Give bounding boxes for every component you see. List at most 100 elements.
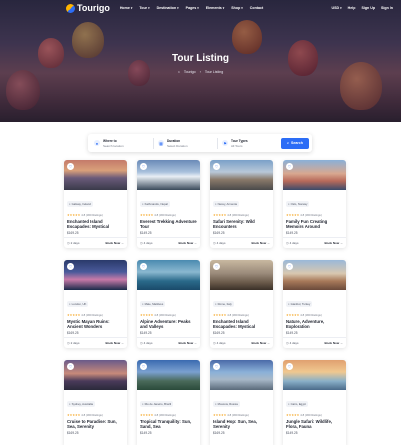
- tour-card-body: ⌖ Istanbul, Turkey ★★★★★ 4.8 (300 Ratings)…: [283, 290, 346, 337]
- nav-elements[interactable]: Elements ▾: [206, 6, 225, 10]
- where-field[interactable]: ● Where to Search location: [94, 139, 149, 148]
- star-rating-icon: ★★★★★: [213, 313, 227, 317]
- book-now-button[interactable]: Book Now →: [324, 341, 343, 345]
- book-now-button[interactable]: Book Now →: [105, 241, 124, 245]
- tour-card[interactable]: ♡ ⌖ Kathmandu, Nepal ★★★★★ 4.8 (300 Rating…: [137, 160, 200, 248]
- tour-title[interactable]: Tropical Tranquility: Sun, Sand, Sea: [140, 419, 197, 430]
- main-nav: Home ▾ Tour ▾ Destination ▾ Pages ▾ Elements…: [120, 6, 263, 10]
- tour-image[interactable]: ♡: [210, 360, 273, 390]
- nav-destination[interactable]: Destination ▾: [157, 6, 179, 10]
- duration-field[interactable]: ▦ Duration Select Duration: [158, 139, 213, 148]
- duration-label: Duration: [167, 138, 181, 143]
- nav-label: Home: [119, 6, 130, 10]
- tour-title[interactable]: Mystic Mayan Ruins: Ancient Wonders: [67, 319, 124, 330]
- search-button[interactable]: ⌕ Search: [281, 137, 309, 149]
- book-now-button[interactable]: Book Now →: [251, 341, 270, 345]
- book-now-button[interactable]: Book Now →: [178, 341, 197, 345]
- tour-title[interactable]: Island Hop: Sun, Sea, Serenity: [213, 419, 270, 430]
- tour-title[interactable]: Enchanted Island Escapades: Mystical: [213, 319, 270, 330]
- tour-image[interactable]: ♡: [283, 360, 346, 390]
- heart-icon[interactable]: ♡: [140, 263, 147, 270]
- tour-rating: ★★★★★ 4.8 (300 Ratings): [286, 313, 343, 317]
- book-now-button[interactable]: Book Now →: [251, 241, 270, 245]
- brand-logo[interactable]: Tourigo: [66, 3, 110, 13]
- nav-shop[interactable]: Shop ▾: [231, 6, 243, 10]
- heart-icon[interactable]: ♡: [140, 363, 147, 370]
- tour-title[interactable]: Family Fun Creating Memoirs Around: [286, 219, 343, 230]
- tour-image[interactable]: ♡: [64, 360, 127, 390]
- heart-icon[interactable]: ♡: [213, 363, 220, 370]
- nav-home[interactable]: Home ▾: [120, 6, 133, 10]
- tour-title[interactable]: Alpine Adventure: Peaks and Valleys: [140, 319, 197, 330]
- tour-card[interactable]: ♡ ⌖ Rio de Janeiro, Brazil ★★★★★ 4.8 (300 …: [137, 360, 200, 445]
- tour-type-label: Tour Types: [231, 138, 248, 143]
- tour-image[interactable]: ♡: [210, 260, 273, 290]
- tour-title[interactable]: Jungle Safari: Wildlife, Flora, Fauna: [286, 419, 343, 430]
- tour-card[interactable]: ♡ ⌖ Sydney, Australia ★★★★★ 4.8 (300 Ratin…: [64, 360, 127, 445]
- signin-link[interactable]: Sign In: [381, 6, 393, 10]
- tour-card[interactable]: ♡ ⌖ Oslo, Norway ★★★★★ 4.8 (300 Ratings) F…: [283, 160, 346, 248]
- tour-title[interactable]: Enchanted Island Escapades: Mystical: [67, 219, 124, 230]
- tour-rating-text: 4.8 (300 Ratings): [227, 313, 249, 317]
- star-rating-icon: ★★★★★: [140, 313, 154, 317]
- nav-pages[interactable]: Pages ▾: [186, 6, 199, 10]
- tour-location-text: Cairo, Egypt: [290, 402, 306, 406]
- tour-image[interactable]: ♡: [210, 160, 273, 190]
- tour-image[interactable]: ♡: [64, 260, 127, 290]
- heart-icon[interactable]: ♡: [67, 363, 74, 370]
- location-pin-icon: ⌖: [69, 302, 71, 306]
- heart-icon[interactable]: ♡: [286, 163, 293, 170]
- tour-type-field[interactable]: ⚑ Tour Types All Tours: [222, 139, 277, 148]
- nav-tour[interactable]: Tour ▾: [139, 6, 149, 10]
- tour-card[interactable]: ♡ ⌖ Istanbul, Turkey ★★★★★ 4.8 (300 Rating…: [283, 260, 346, 348]
- heart-icon[interactable]: ♡: [67, 163, 74, 170]
- tour-card[interactable]: ♡ ⌖ Nessy, Armenia ★★★★★ 4.8 (300 Ratings)…: [210, 160, 273, 248]
- signup-link[interactable]: Sign Up: [361, 6, 375, 10]
- tour-card[interactable]: ♡ ⌖ Cairo, Egypt ★★★★★ 4.8 (300 Ratings) J…: [283, 360, 346, 445]
- tour-duration: ◷ 2 days: [67, 341, 79, 345]
- tour-card[interactable]: ♡ ⌖ Moscow, Russia ★★★★★ 4.8 (300 Ratings)…: [210, 360, 273, 445]
- book-now-button[interactable]: Book Now →: [324, 241, 343, 245]
- heart-icon[interactable]: ♡: [213, 263, 220, 270]
- book-now-button[interactable]: Book Now →: [105, 341, 124, 345]
- clock-icon: ◷: [213, 241, 216, 245]
- tour-image[interactable]: ♡: [283, 260, 346, 290]
- help-link[interactable]: Help: [348, 6, 356, 10]
- tour-duration-text: 2 days: [70, 241, 80, 245]
- tour-image[interactable]: ♡: [137, 260, 200, 290]
- tour-title[interactable]: Safari Serenity: Wild Encounters: [213, 219, 270, 230]
- tour-location-text: London, UK: [71, 302, 87, 306]
- tour-location-text: Rio de Janeiro, Brazil: [144, 402, 172, 406]
- currency-select[interactable]: USD ▾: [332, 6, 342, 10]
- tour-card[interactable]: ♡ ⌖ London, UK ★★★★★ 4.8 (300 Ratings) Mys…: [64, 260, 127, 348]
- tour-card-body: ⌖ London, UK ★★★★★ 4.8 (300 Ratings) Mysti…: [64, 290, 127, 337]
- heart-icon[interactable]: ♡: [67, 263, 74, 270]
- heart-icon[interactable]: ♡: [140, 163, 147, 170]
- tour-image[interactable]: ♡: [64, 160, 127, 190]
- tour-card-body: ⌖ Sydney, Australia ★★★★★ 4.8 (300 Ratings…: [64, 390, 127, 437]
- tour-image[interactable]: ♡: [137, 360, 200, 390]
- tour-card[interactable]: ♡ ⌖ Rome, Italy ★★★★★ 4.8 (300 Ratings) En…: [210, 260, 273, 348]
- chevron-down-icon: ▾: [340, 6, 342, 10]
- tour-image[interactable]: ♡: [137, 160, 200, 190]
- tour-rating-text: 4.8 (300 Ratings): [81, 213, 103, 217]
- heart-icon[interactable]: ♡: [286, 363, 293, 370]
- heart-icon[interactable]: ♡: [286, 263, 293, 270]
- book-now-button[interactable]: Book Now →: [178, 241, 197, 245]
- breadcrumb-home[interactable]: Tourigo: [184, 70, 196, 74]
- tour-title[interactable]: Nature, Adventure, Exploration: [286, 319, 343, 330]
- tour-card[interactable]: ♡ ⌖ Male, Maldives ★★★★★ 4.8 (300 Ratings)…: [137, 260, 200, 348]
- tour-rating: ★★★★★ 4.8 (300 Ratings): [286, 213, 343, 217]
- nav-contact[interactable]: Contact: [250, 6, 263, 10]
- heart-icon[interactable]: ♡: [213, 163, 220, 170]
- tour-card[interactable]: ♡ ⌖ Galway, Ireland ★★★★★ 4.8 (300 Ratings…: [64, 160, 127, 248]
- tour-title[interactable]: Everest Trekking Adventure Tour: [140, 219, 197, 230]
- tour-title[interactable]: Cruise to Paradise: Sun, Sea, Serenity: [67, 419, 124, 430]
- tour-location: ⌖ Rio de Janeiro, Brazil: [140, 401, 174, 407]
- tour-location-text: Nessy, Armenia: [217, 202, 237, 206]
- star-rating-icon: ★★★★★: [213, 413, 227, 417]
- tour-duration: ◷ 4 days: [213, 241, 225, 245]
- where-label: Where to: [103, 138, 117, 143]
- tour-image[interactable]: ♡: [283, 160, 346, 190]
- tour-location: ⌖ Nessy, Armenia: [213, 201, 239, 207]
